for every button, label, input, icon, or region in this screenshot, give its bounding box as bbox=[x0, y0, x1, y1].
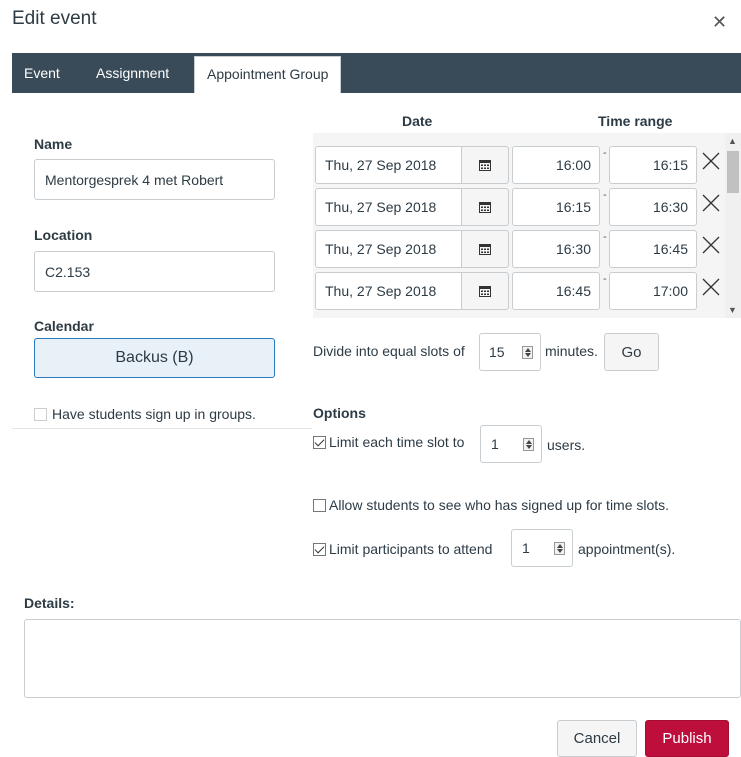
delete-slot-icon[interactable] bbox=[700, 192, 722, 214]
publish-button[interactable]: Publish bbox=[645, 720, 729, 757]
close-icon[interactable]: ✕ bbox=[712, 12, 727, 33]
allow-see-option: Allow students to see who has signed up … bbox=[313, 495, 669, 515]
time-separator: - bbox=[603, 231, 607, 243]
go-button[interactable]: Go bbox=[604, 333, 659, 371]
dialog-title: Edit event bbox=[12, 8, 97, 29]
time-slot-row: Thu, 27 Sep 2018 16:30 - 16:45 bbox=[313, 230, 725, 270]
calendar-icon[interactable] bbox=[461, 272, 509, 310]
limit-participants-option: Limit participants to attend bbox=[313, 534, 492, 564]
time-slot-row: Thu, 27 Sep 2018 16:00 - 16:15 bbox=[313, 146, 725, 186]
limit-slot-checkbox[interactable] bbox=[313, 435, 326, 449]
groups-checkbox[interactable] bbox=[34, 407, 47, 421]
date-field[interactable]: Thu, 27 Sep 2018 bbox=[315, 230, 462, 268]
end-time-field[interactable]: 16:30 bbox=[609, 188, 697, 226]
limit-slot-option: Limit each time slot to bbox=[313, 427, 464, 457]
limit-participants-value: 1 bbox=[522, 540, 530, 556]
calendar-select-button[interactable]: Backus (B) bbox=[34, 338, 275, 378]
slot-minutes-stepper[interactable]: 15 bbox=[479, 333, 541, 371]
spinner-icon[interactable] bbox=[522, 345, 533, 359]
cancel-button[interactable]: Cancel bbox=[557, 720, 637, 757]
slot-minutes-value: 15 bbox=[489, 344, 505, 360]
groups-label: Have students sign up in groups. bbox=[52, 406, 256, 422]
end-time-field[interactable]: 16:15 bbox=[609, 146, 697, 184]
calendar-icon[interactable] bbox=[461, 230, 509, 268]
calendar-icon[interactable] bbox=[461, 146, 509, 184]
name-label: Name bbox=[34, 136, 73, 152]
start-time-field[interactable]: 16:00 bbox=[512, 146, 600, 184]
end-time-field[interactable]: 17:00 bbox=[609, 272, 697, 310]
limit-participants-stepper[interactable]: 1 bbox=[511, 529, 573, 567]
spinner-icon[interactable] bbox=[523, 437, 534, 451]
scrollbar-thumb[interactable] bbox=[727, 151, 739, 193]
start-time-field[interactable]: 16:30 bbox=[512, 230, 600, 268]
date-header: Date bbox=[402, 113, 433, 129]
date-field[interactable]: Thu, 27 Sep 2018 bbox=[315, 272, 462, 310]
divide-label: Divide into equal slots of bbox=[313, 343, 465, 359]
slot-list-scrollbar[interactable]: ▲ ▼ bbox=[725, 133, 741, 318]
limit-participants-unit: appointment(s). bbox=[578, 541, 676, 557]
limit-participants-checkbox[interactable] bbox=[313, 542, 326, 556]
limit-slot-value: 1 bbox=[491, 436, 499, 452]
start-time-field[interactable]: 16:15 bbox=[512, 188, 600, 226]
time-range-header: Time range bbox=[598, 113, 673, 129]
start-time-field[interactable]: 16:45 bbox=[512, 272, 600, 310]
tab-assignment[interactable]: Assignment bbox=[84, 53, 181, 93]
time-separator: - bbox=[603, 147, 607, 159]
limit-slot-label: Limit each time slot to bbox=[329, 434, 465, 450]
delete-slot-icon[interactable] bbox=[700, 276, 722, 298]
end-time-field[interactable]: 16:45 bbox=[609, 230, 697, 268]
time-separator: - bbox=[603, 273, 607, 285]
limit-participants-label: Limit participants to attend bbox=[329, 541, 493, 557]
details-label: Details: bbox=[24, 595, 75, 611]
scroll-up-icon[interactable]: ▲ bbox=[728, 136, 737, 146]
limit-slot-unit: users. bbox=[547, 437, 586, 453]
divider bbox=[12, 428, 312, 429]
tab-appointment-group[interactable]: Appointment Group bbox=[194, 56, 342, 93]
date-field[interactable]: Thu, 27 Sep 2018 bbox=[315, 188, 462, 226]
options-title: Options bbox=[313, 405, 366, 421]
time-slot-row: Thu, 27 Sep 2018 16:15 - 16:30 bbox=[313, 188, 725, 228]
calendar-label: Calendar bbox=[34, 318, 94, 334]
location-label: Location bbox=[34, 227, 93, 243]
time-slot-list[interactable]: Thu, 27 Sep 2018 16:00 - 16:15 Thu, 27 S… bbox=[313, 133, 741, 318]
location-field[interactable]: C2.153 bbox=[34, 251, 275, 292]
scroll-down-icon[interactable]: ▼ bbox=[728, 305, 737, 315]
name-field[interactable]: Mentorgesprek 4 met Robert bbox=[34, 159, 275, 200]
spinner-icon[interactable] bbox=[554, 541, 565, 555]
allow-see-checkbox[interactable] bbox=[313, 498, 326, 512]
divide-unit: minutes. bbox=[545, 343, 598, 359]
groups-option: Have students sign up in groups. bbox=[34, 406, 256, 422]
delete-slot-icon[interactable] bbox=[700, 234, 722, 256]
limit-slot-stepper[interactable]: 1 bbox=[480, 425, 542, 463]
calendar-icon[interactable] bbox=[461, 188, 509, 226]
time-separator: - bbox=[603, 189, 607, 201]
time-slot-row: Thu, 27 Sep 2018 16:45 - 17:00 bbox=[313, 272, 725, 312]
date-field[interactable]: Thu, 27 Sep 2018 bbox=[315, 146, 462, 184]
tab-bar: Event Assignment Appointment Group bbox=[12, 53, 741, 93]
details-textarea[interactable] bbox=[24, 619, 741, 698]
delete-slot-icon[interactable] bbox=[700, 150, 722, 172]
tab-event[interactable]: Event bbox=[12, 53, 72, 93]
allow-see-label: Allow students to see who has signed up … bbox=[329, 497, 670, 513]
